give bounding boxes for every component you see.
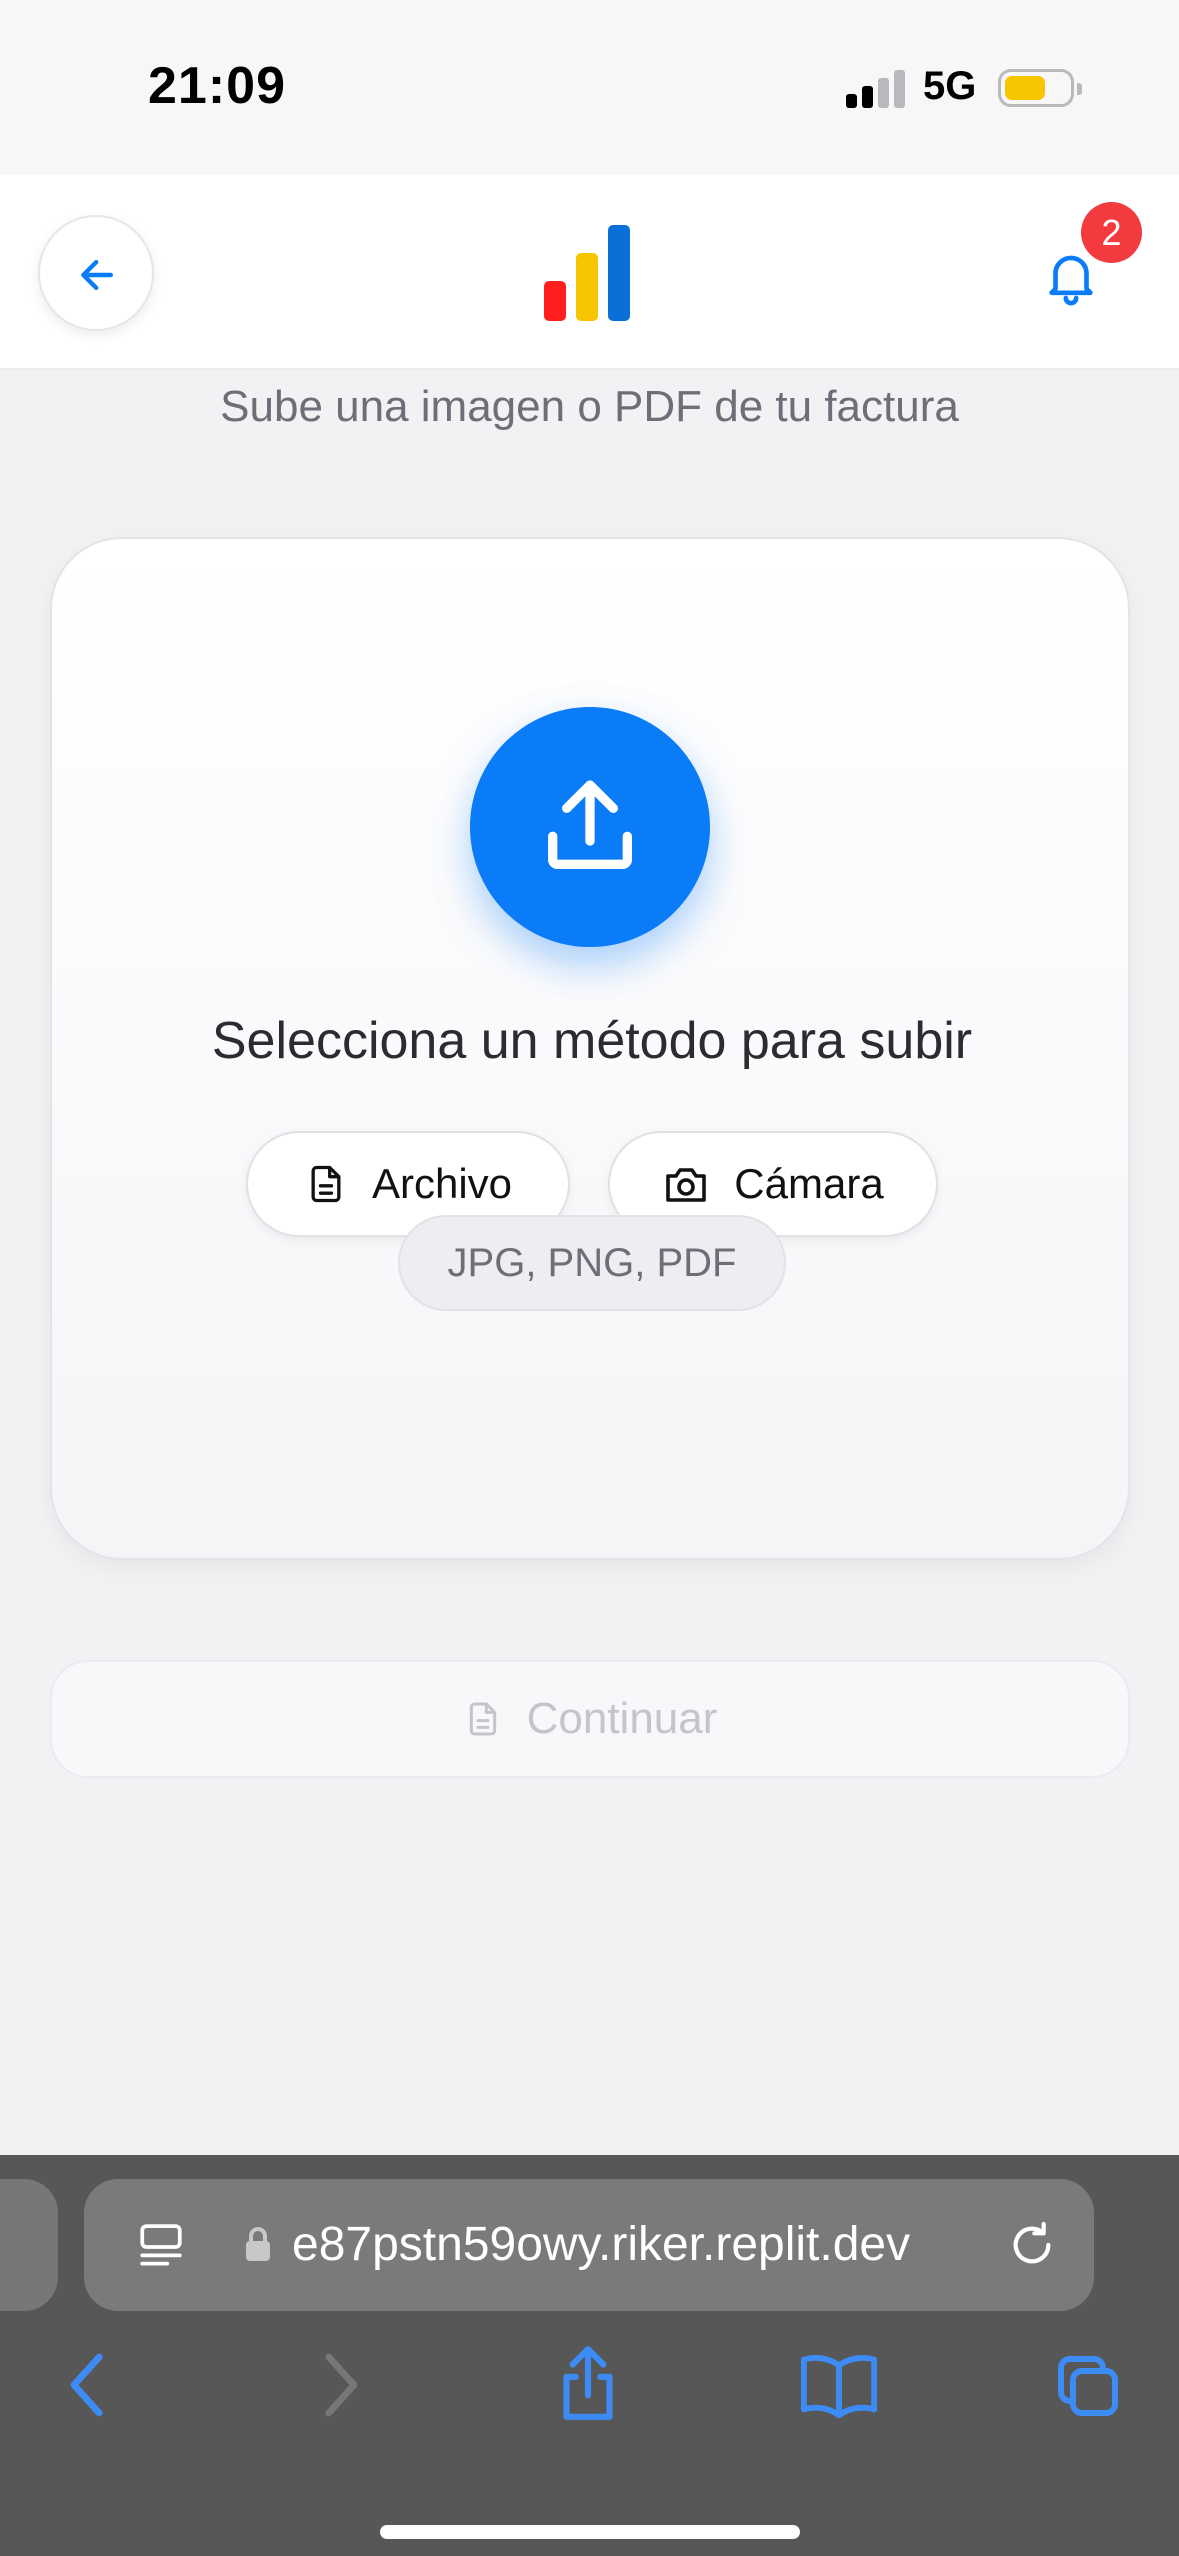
url-text: e87pstn59owy.riker.replit.dev <box>292 2218 911 2271</box>
upload-page: Sube una imagen o PDF de tu factura Sele… <box>0 370 1179 1778</box>
app-header: 2 <box>0 175 1179 370</box>
upload-method-title: Selecciona un método para subir <box>211 1012 973 1070</box>
tabs-overview-icon[interactable] <box>1052 2350 1124 2422</box>
home-indicator <box>380 2525 800 2539</box>
back-icon[interactable] <box>60 2345 116 2425</box>
upload-icon <box>548 780 632 869</box>
forward-icon[interactable] <box>312 2345 368 2425</box>
address-bar[interactable]: e87pstn59owy.riker.replit.dev <box>84 2179 1094 2311</box>
file-button-label: Archivo <box>371 1160 513 1207</box>
lock-icon <box>246 2227 270 2261</box>
accepted-formats: JPG, PNG, PDF <box>398 1215 786 1311</box>
previous-tab-preview[interactable] <box>0 2179 58 2311</box>
notification-badge: 2 <box>1081 202 1142 263</box>
camera-button-label: Cámara <box>734 1160 884 1207</box>
back-button[interactable] <box>38 215 154 331</box>
status-bar: 21:09 5G <box>0 0 1179 175</box>
upload-card: Selecciona un método para subir Archivo … <box>50 537 1130 1560</box>
document-icon <box>469 1702 496 1736</box>
arrow-left-icon <box>81 259 114 291</box>
reload-icon[interactable] <box>1004 2217 1060 2273</box>
signal-icon <box>846 68 906 108</box>
status-time: 21:09 <box>148 57 286 115</box>
upload-button[interactable] <box>470 707 710 947</box>
network-type: 5G <box>923 64 977 108</box>
continue-button[interactable]: Continuar <box>50 1660 1130 1778</box>
share-icon[interactable] <box>550 2340 626 2426</box>
bookmarks-icon[interactable] <box>798 2350 880 2422</box>
tabs-icon[interactable] <box>136 2219 186 2275</box>
battery-icon <box>998 69 1082 107</box>
file-icon <box>311 1165 341 1203</box>
camera-icon <box>666 1168 707 1202</box>
bar-chart-logo <box>544 225 636 321</box>
page-subtitle: Sube una imagen o PDF de tu factura <box>220 382 959 431</box>
continue-button-label: Continuar <box>526 1694 718 1743</box>
browser-toolbar: e87pstn59owy.riker.replit.dev <box>0 2155 1179 2556</box>
